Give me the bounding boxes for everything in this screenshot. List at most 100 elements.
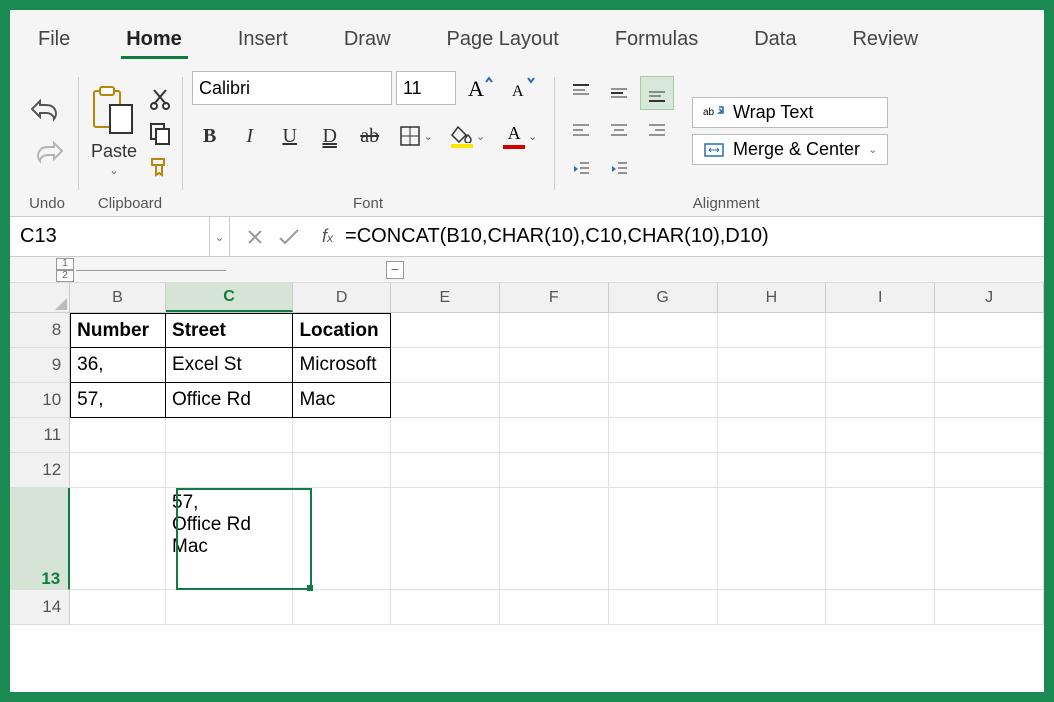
fx-icon[interactable]: fx xyxy=(314,226,341,247)
cell-J9[interactable] xyxy=(935,348,1044,383)
cell-B8[interactable]: Number xyxy=(70,313,166,348)
cell-H13[interactable] xyxy=(718,488,827,590)
cell-I10[interactable] xyxy=(826,383,935,418)
increase-indent-button[interactable] xyxy=(602,152,636,186)
align-left-button[interactable] xyxy=(564,114,598,148)
cell-D9[interactable]: Microsoft xyxy=(293,348,391,383)
cell-E10[interactable] xyxy=(391,383,500,418)
tab-home[interactable]: Home xyxy=(98,18,210,65)
cell-D12[interactable] xyxy=(293,453,391,488)
align-right-button[interactable] xyxy=(640,114,674,148)
cell-H14[interactable] xyxy=(718,590,827,625)
formula-input[interactable] xyxy=(341,217,1044,256)
cell-H9[interactable] xyxy=(718,348,827,383)
cell-C11[interactable] xyxy=(166,418,293,453)
paste-dropdown[interactable]: ⌄ xyxy=(109,164,118,177)
column-header-J[interactable]: J xyxy=(935,283,1044,312)
cell-C10[interactable]: Office Rd xyxy=(166,383,293,418)
wrap-text-button[interactable]: ab Wrap Text xyxy=(692,97,888,128)
column-header-H[interactable]: H xyxy=(718,283,827,312)
tab-data[interactable]: Data xyxy=(726,18,824,65)
cell-B13[interactable] xyxy=(70,488,166,590)
cut-button[interactable] xyxy=(148,87,172,111)
cell-I8[interactable] xyxy=(826,313,935,348)
double-underline-button[interactable]: D xyxy=(319,125,341,148)
font-size-select[interactable] xyxy=(396,71,456,105)
cell-H11[interactable] xyxy=(718,418,827,453)
cell-I12[interactable] xyxy=(826,453,935,488)
cell-C12[interactable] xyxy=(166,453,293,488)
row-header-10[interactable]: 10 xyxy=(10,383,70,418)
outline-level-1[interactable]: 1 xyxy=(56,258,74,270)
decrease-indent-button[interactable] xyxy=(564,152,598,186)
cell-B9[interactable]: 36, xyxy=(70,348,166,383)
decrease-font-button[interactable]: A xyxy=(504,71,544,105)
cell-I11[interactable] xyxy=(826,418,935,453)
undo-button[interactable] xyxy=(30,99,64,127)
cell-G9[interactable] xyxy=(609,348,718,383)
cell-J14[interactable] xyxy=(935,590,1044,625)
underline-button[interactable]: U xyxy=(279,125,301,148)
cell-J8[interactable] xyxy=(935,313,1044,348)
borders-button[interactable]: ⌄ xyxy=(399,125,433,147)
redo-button[interactable] xyxy=(30,141,64,169)
tab-review[interactable]: Review xyxy=(824,18,946,65)
strikethrough-button[interactable]: ab xyxy=(359,125,381,148)
cell-B11[interactable] xyxy=(70,418,166,453)
align-top-button[interactable] xyxy=(564,76,598,110)
cell-H12[interactable] xyxy=(718,453,827,488)
cell-F9[interactable] xyxy=(500,348,609,383)
cell-D14[interactable] xyxy=(293,590,391,625)
cell-F13[interactable] xyxy=(500,488,609,590)
cell-I13[interactable] xyxy=(826,488,935,590)
increase-font-button[interactable]: A xyxy=(460,71,500,105)
tab-insert[interactable]: Insert xyxy=(210,18,316,65)
column-header-I[interactable]: I xyxy=(826,283,935,312)
cell-E14[interactable] xyxy=(391,590,500,625)
column-header-B[interactable]: B xyxy=(70,283,166,312)
worksheet[interactable]: B C D E F G H I J 8 Number Street Locati… xyxy=(10,283,1044,692)
merge-center-button[interactable]: Merge & Center ⌄ xyxy=(692,134,888,165)
row-header-14[interactable]: 14 xyxy=(10,590,70,625)
cell-G12[interactable] xyxy=(609,453,718,488)
cell-H8[interactable] xyxy=(718,313,827,348)
font-name-select[interactable] xyxy=(192,71,392,105)
column-header-D[interactable]: D xyxy=(293,283,391,312)
cell-B14[interactable] xyxy=(70,590,166,625)
column-header-G[interactable]: G xyxy=(609,283,718,312)
cell-J13[interactable] xyxy=(935,488,1044,590)
cell-F10[interactable] xyxy=(500,383,609,418)
cell-B10[interactable]: 57, xyxy=(70,383,166,418)
cell-C14[interactable] xyxy=(166,590,293,625)
outline-level-2[interactable]: 2 xyxy=(56,270,74,282)
cell-I9[interactable] xyxy=(826,348,935,383)
cell-E13[interactable] xyxy=(391,488,500,590)
cell-F14[interactable] xyxy=(500,590,609,625)
column-header-E[interactable]: E xyxy=(391,283,500,312)
cell-D10[interactable]: Mac xyxy=(293,383,391,418)
row-header-12[interactable]: 12 xyxy=(10,453,70,488)
select-all-corner[interactable] xyxy=(10,283,70,312)
cell-H10[interactable] xyxy=(718,383,827,418)
cell-C13[interactable]: 57, Office Rd Mac xyxy=(166,488,293,590)
cell-G11[interactable] xyxy=(609,418,718,453)
bold-button[interactable]: B xyxy=(199,125,221,148)
row-header-11[interactable]: 11 xyxy=(10,418,70,453)
cell-G10[interactable] xyxy=(609,383,718,418)
cell-F8[interactable] xyxy=(500,313,609,348)
outline-collapse-button[interactable]: − xyxy=(386,261,404,279)
enter-formula-button[interactable] xyxy=(274,222,304,252)
cell-D13[interactable] xyxy=(293,488,391,590)
format-painter-button[interactable] xyxy=(148,155,172,179)
cell-I14[interactable] xyxy=(826,590,935,625)
copy-button[interactable] xyxy=(148,121,172,145)
italic-button[interactable]: I xyxy=(239,125,261,148)
tab-file[interactable]: File xyxy=(10,18,98,65)
cell-D11[interactable] xyxy=(293,418,391,453)
cell-J12[interactable] xyxy=(935,453,1044,488)
cell-E8[interactable] xyxy=(391,313,500,348)
align-middle-button[interactable] xyxy=(602,76,636,110)
font-color-button[interactable]: A ⌄ xyxy=(503,123,537,149)
row-header-13[interactable]: 13 xyxy=(10,488,70,590)
cell-E11[interactable] xyxy=(391,418,500,453)
